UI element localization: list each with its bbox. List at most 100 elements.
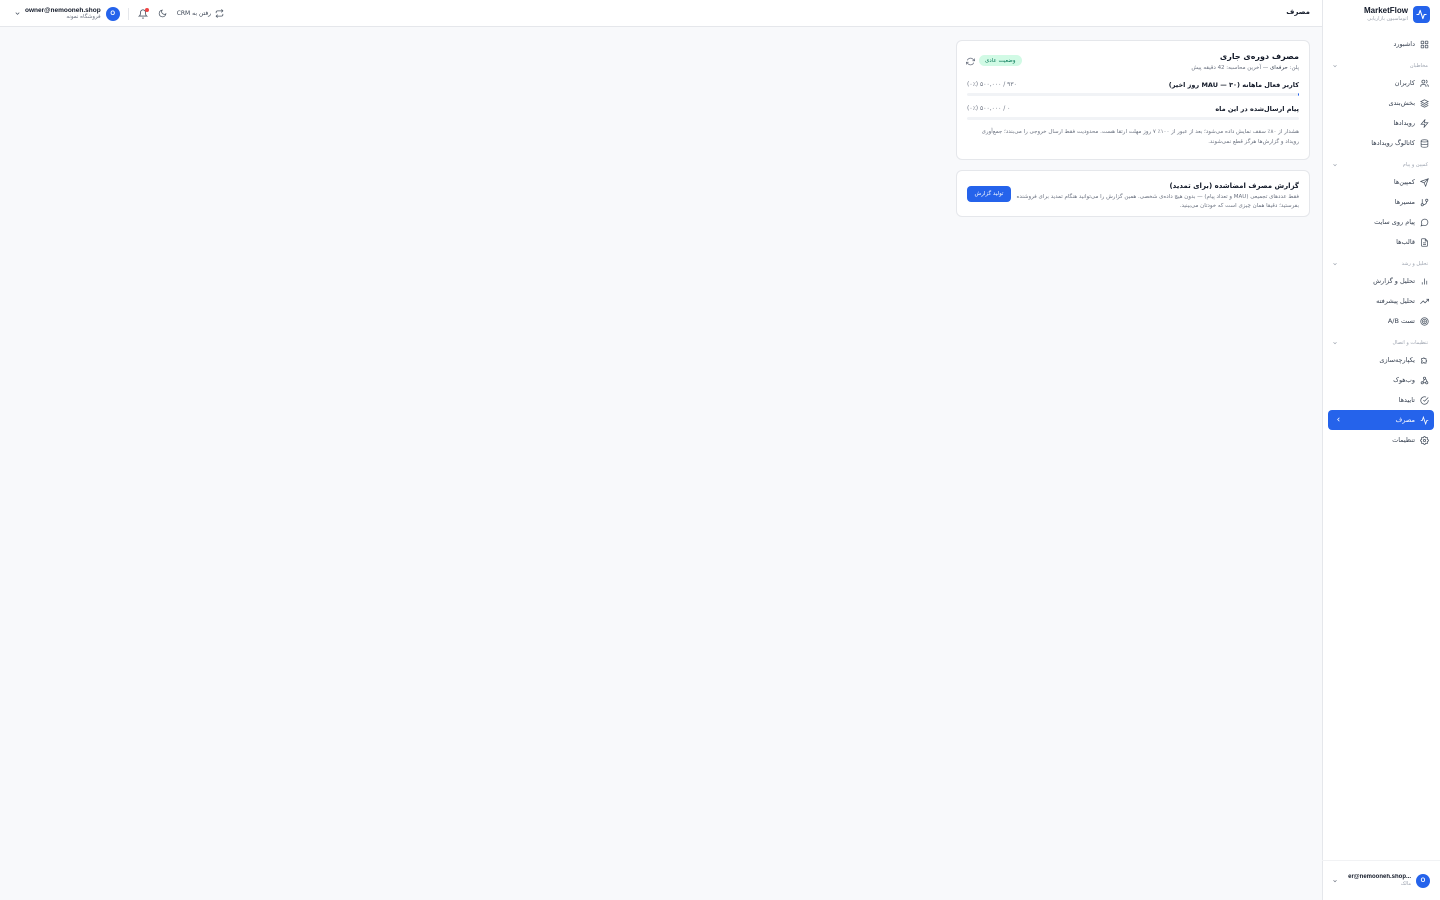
sidebar-item-templates[interactable]: قالب‌ها — [1328, 232, 1434, 252]
git-branch-icon — [1420, 198, 1429, 206]
sidebar-item-segments[interactable]: بخش‌بندی — [1328, 93, 1434, 113]
sidebar-item-dashboard[interactable]: داشبورد — [1328, 34, 1434, 54]
sidebar: MarketFlow اتوماسیون بازاریابی داشبورد م… — [1322, 0, 1440, 900]
sidebar-item-label: کاتالوگ رویدادها — [1371, 139, 1415, 147]
brand[interactable]: MarketFlow اتوماسیون بازاریابی — [1330, 3, 1430, 25]
metric-label: کاربر فعال ماهانه (MAU — ۳۰ روز اخیر) — [1168, 81, 1299, 89]
chevron-down-icon — [1333, 163, 1337, 166]
avatar[interactable]: O — [105, 6, 120, 21]
brand-subtitle: اتوماسیون بازاریابی — [1367, 15, 1408, 22]
send-icon — [1420, 177, 1429, 187]
chevron-down-icon — [1333, 262, 1337, 265]
sidebar-item-journeys[interactable]: مسیرها — [1328, 192, 1434, 212]
file-text-icon — [1421, 237, 1428, 247]
chevron-down-icon — [1333, 879, 1337, 882]
user-menu[interactable]: owner@nemooneh.shop فروشگاه نمونه — [25, 7, 101, 21]
theme-toggle-button[interactable] — [156, 7, 169, 20]
sidebar-item-label: داشبورد — [1393, 40, 1416, 48]
activity-icon — [1420, 415, 1429, 425]
nav-group-audience[interactable]: مخاطبان — [1328, 58, 1434, 73]
sidebar-item-label: تست A/B — [1387, 317, 1415, 325]
sidebar-item-integrations[interactable]: یکپارچه‌سازی — [1328, 350, 1434, 370]
sidebar-item-onsite-messages[interactable]: پیام روی سایت — [1328, 212, 1434, 232]
sidebar-user-menu[interactable]: O ...er@nemooneh.shop مالک — [1322, 860, 1440, 900]
topbar-actions: owner@nemooneh.shop فروشگاه نمونه O رفتن… — [14, 5, 224, 22]
sidebar-item-label: پیام روی سایت — [1374, 218, 1415, 226]
bar-chart-icon — [1421, 278, 1428, 284]
sidebar-item-label: تحلیل پیشرفته — [1376, 297, 1415, 305]
brand-name: MarketFlow — [1363, 5, 1408, 15]
card-title: مصرف دوره‌ی جاری — [1219, 52, 1299, 61]
sidebar-item-approvals[interactable]: تاییدها — [1328, 390, 1434, 410]
sidebar-item-label: یکپارچه‌سازی — [1379, 356, 1415, 364]
go-to-crm-link[interactable]: رفتن به CRM — [177, 9, 224, 18]
nav-group-campaigns[interactable]: کمپین و پیام — [1328, 157, 1434, 172]
sidebar-nav: داشبورد مخاطبان کاربران بخش‌بندی رویداده… — [1328, 34, 1434, 450]
mau-metric: کاربر فعال ماهانه (MAU — ۳۰ روز اخیر) ۹۳… — [967, 81, 1299, 103]
check-circle-icon — [1420, 395, 1429, 405]
refresh-icon[interactable] — [966, 57, 975, 66]
gear-icon — [1420, 435, 1429, 445]
sidebar-item-usage[interactable]: مصرف — [1328, 410, 1434, 430]
swap-arrows-icon — [215, 9, 224, 18]
sidebar-item-label: کمپین‌ها — [1393, 178, 1415, 186]
sidebar-item-label: قالب‌ها — [1396, 238, 1415, 246]
sidebar-item-label: بخش‌بندی — [1388, 99, 1415, 107]
plan-name: حرفه‌ای — [1269, 65, 1288, 71]
sidebar-item-label: تحلیل و گزارش — [1373, 277, 1415, 285]
puzzle-icon — [1421, 357, 1428, 363]
progress-bar — [967, 93, 1299, 96]
metric-label: پیام ارسال‌شده در این ماه — [1215, 105, 1299, 113]
divider — [127, 7, 129, 20]
metric-value: ۰ / ۵۰۰,۰۰۰ (۰٪) — [967, 105, 1011, 112]
chevron-down-icon — [1333, 341, 1337, 344]
crm-link-label: رفتن به CRM — [176, 10, 212, 17]
progress-bar — [967, 117, 1299, 120]
user-email: owner@nemooneh.shop — [25, 6, 101, 14]
moon-icon — [158, 9, 167, 18]
sidebar-item-advanced-analytics[interactable]: تحلیل پیشرفته — [1328, 291, 1434, 311]
chevron-left-icon — [1337, 417, 1340, 422]
message-circle-icon — [1420, 218, 1429, 226]
user-email: ...er@nemooneh.shop — [1348, 873, 1411, 880]
sidebar-item-label: تنظیمات — [1392, 436, 1415, 444]
current-usage-card: مصرف دوره‌ی جاری پلن: حرفه‌ای — آخرین مح… — [956, 40, 1310, 160]
page-title: مصرف — [1286, 8, 1310, 16]
sidebar-item-ab-test[interactable]: تست A/B — [1328, 311, 1434, 331]
activity-logo-icon — [1413, 5, 1430, 23]
sidebar-item-users[interactable]: کاربران — [1328, 73, 1434, 93]
nav-group-label: تحلیل و رشد — [1401, 260, 1428, 267]
sidebar-item-event-catalog[interactable]: کاتالوگ رویدادها — [1328, 133, 1434, 153]
grid-icon — [1420, 40, 1429, 48]
report-description: فقط عددهای تجمیعی (MAU و تعداد پیام) — ب… — [1016, 194, 1299, 210]
plan-label: پلن: — [1289, 65, 1299, 71]
messages-metric: پیام ارسال‌شده در این ماه ۰ / ۵۰۰,۰۰۰ (۰… — [967, 105, 1299, 127]
card-title: گزارش مصرف امضاشده (برای تمدید) — [1169, 182, 1299, 190]
sidebar-item-settings[interactable]: تنظیمات — [1328, 430, 1434, 450]
webhook-icon — [1420, 376, 1429, 384]
sidebar-item-label: رویدادها — [1393, 119, 1415, 127]
nav-group-analytics[interactable]: تحلیل و رشد — [1328, 256, 1434, 271]
sidebar-item-label: مسیرها — [1394, 198, 1415, 206]
last-calculated: — آخرین محاسبه: 42 دقیقه پیش — [1191, 65, 1269, 71]
notifications-button[interactable] — [137, 7, 150, 20]
sidebar-item-events[interactable]: رویدادها — [1328, 113, 1434, 133]
nav-group-settings[interactable]: تنظیمات و اتصال — [1328, 335, 1434, 350]
nav-group-label: تنظیمات و اتصال — [1392, 339, 1429, 346]
notification-dot — [144, 8, 149, 12]
zap-icon — [1420, 118, 1429, 128]
sidebar-item-webhook[interactable]: وب‌هوک — [1328, 370, 1434, 390]
sidebar-item-label: مصرف — [1395, 416, 1415, 424]
layers-icon — [1420, 98, 1429, 108]
sidebar-item-campaigns[interactable]: کمپین‌ها — [1328, 172, 1434, 192]
target-icon — [1420, 316, 1429, 326]
chevron-down-icon[interactable] — [14, 10, 21, 17]
sidebar-item-reports[interactable]: تحلیل و گزارش — [1328, 271, 1434, 291]
generate-report-button[interactable]: تولید گزارش — [967, 186, 1011, 202]
metric-value: ۹۳۰ / ۵۰۰,۰۰۰ (۰٪) — [967, 81, 1017, 88]
trending-up-icon — [1420, 298, 1429, 304]
store-name: فروشگاه نمونه — [66, 14, 101, 21]
usage-warning-text: هشدار از ۸۰٪ سقف نمایش داده می‌شود؛ بعد … — [981, 129, 1299, 145]
sidebar-item-label: وب‌هوک — [1393, 376, 1415, 384]
sidebar-item-label: تاییدها — [1398, 396, 1415, 404]
